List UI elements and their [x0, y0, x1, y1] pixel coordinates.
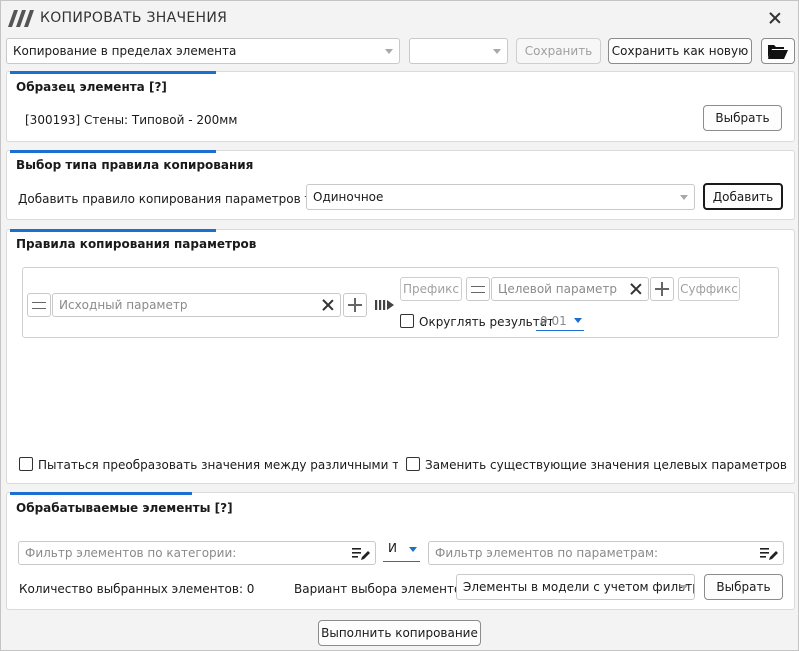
sample-element-panel: Образец элемента [?] [300193] Стены: Тип…	[6, 71, 795, 142]
try-convert-checkbox[interactable]	[19, 457, 33, 471]
edit-filter-icon[interactable]	[352, 546, 370, 561]
close-button[interactable]	[767, 10, 783, 26]
round-result-checkbox[interactable]	[400, 314, 414, 328]
target-equals-button[interactable]	[466, 277, 490, 301]
chevron-down-icon	[680, 585, 688, 590]
round-result-label: Округлять результат	[419, 315, 555, 329]
save-as-new-button[interactable]: Сохранить как новую	[608, 38, 752, 64]
selection-variant-label: Вариант выбора элементов:	[294, 582, 473, 596]
mode-select[interactable]: Копирование в пределах элемента	[6, 38, 400, 64]
replace-existing-label: Заменить существующие значения целевых п…	[425, 458, 787, 472]
app-logo-icon	[8, 10, 34, 27]
selection-variant-value: Элементы в модели с учетом фильтра	[463, 580, 695, 594]
selection-variant-select[interactable]: Элементы в модели с учетом фильтра	[456, 574, 695, 600]
panel-title: Выбор типа правила копирования	[16, 158, 254, 172]
plus-icon	[655, 282, 669, 296]
add-target-button[interactable]	[650, 277, 674, 301]
edit-filter-icon[interactable]	[760, 546, 778, 561]
suffix-button[interactable]: Суффикс	[678, 277, 740, 301]
panel-title: Правила копирования параметров	[16, 237, 257, 251]
chevron-down-icon	[680, 195, 688, 200]
chevron-down-icon	[574, 317, 582, 323]
folder-open-icon	[768, 44, 788, 59]
equals-icon	[471, 285, 485, 293]
panel-title: Образец элемента [?]	[16, 80, 167, 94]
processed-elements-panel: Обрабатываемые элементы [?] Фильтр элеме…	[6, 492, 795, 610]
chevron-down-icon	[385, 49, 393, 54]
parameter-filter-placeholder: Фильтр элементов по параметрам:	[435, 546, 659, 560]
target-parameter-placeholder: Целевой параметр	[498, 282, 617, 296]
parameter-filter-input[interactable]: Фильтр элементов по параметрам:	[428, 541, 784, 565]
dialog-window: КОПИРОВАТЬ ЗНАЧЕНИЯ Копирование в предел…	[0, 0, 799, 651]
round-precision-select[interactable]: 0.01	[536, 309, 584, 331]
panel-accent	[10, 150, 216, 153]
prefix-button[interactable]: Префикс	[400, 277, 462, 301]
run-copy-button[interactable]: Выполнить копирование	[318, 620, 481, 646]
select-sample-button[interactable]: Выбрать	[703, 105, 782, 131]
try-convert-label: Пытаться преобразовать значения между ра…	[38, 458, 398, 472]
selected-count-label: Количество выбранных элементов: 0	[19, 582, 255, 596]
close-icon	[768, 11, 782, 25]
add-rule-button[interactable]: Добавить	[703, 183, 783, 210]
plus-icon	[348, 298, 362, 312]
panel-title: Обрабатываемые элементы [?]	[16, 501, 233, 515]
replace-existing-checkbox[interactable]	[406, 457, 420, 471]
add-source-button[interactable]	[343, 293, 367, 317]
sample-element-text: [300193] Стены: Типовой - 200мм	[25, 113, 238, 127]
equals-icon	[32, 301, 46, 309]
clear-icon[interactable]	[321, 298, 335, 312]
save-button[interactable]: Сохранить	[516, 38, 601, 64]
source-parameter-placeholder: Исходный параметр	[59, 298, 188, 312]
clear-icon[interactable]	[629, 282, 643, 296]
rule-type-panel: Выбор типа правила копирования Добавить …	[6, 150, 795, 220]
source-parameter-input[interactable]: Исходный параметр	[52, 293, 341, 317]
preset-select[interactable]	[409, 38, 508, 64]
chevron-down-icon	[493, 49, 501, 54]
equals-button[interactable]	[27, 293, 51, 317]
open-folder-button[interactable]	[761, 38, 795, 64]
rule-type-select[interactable]: Одиночное	[306, 184, 695, 210]
category-filter-placeholder: Фильтр элементов по категории:	[25, 546, 237, 560]
logic-operator-select[interactable]: И	[383, 537, 420, 562]
panel-accent	[10, 492, 192, 495]
panel-accent	[10, 229, 216, 232]
rule-type-value: Одиночное	[313, 190, 384, 204]
arrow-right-icon	[375, 300, 394, 310]
round-precision-value: 0.01	[540, 314, 567, 328]
target-parameter-input[interactable]: Целевой параметр	[491, 277, 649, 301]
copy-rules-panel: Правила копирования параметров Исходный …	[6, 229, 795, 484]
category-filter-input[interactable]: Фильтр элементов по категории:	[18, 541, 376, 565]
logic-operator-value: И	[388, 541, 397, 555]
add-rule-label: Добавить правило копирования параметров …	[18, 192, 339, 206]
rule-row: Исходный параметр Префикс Целевой параме…	[22, 267, 779, 338]
select-elements-button[interactable]: Выбрать	[704, 574, 783, 600]
window-title: КОПИРОВАТЬ ЗНАЧЕНИЯ	[40, 10, 228, 26]
chevron-down-icon	[409, 547, 417, 552]
panel-accent	[10, 71, 216, 74]
mode-select-value: Копирование в пределах элемента	[13, 44, 237, 58]
